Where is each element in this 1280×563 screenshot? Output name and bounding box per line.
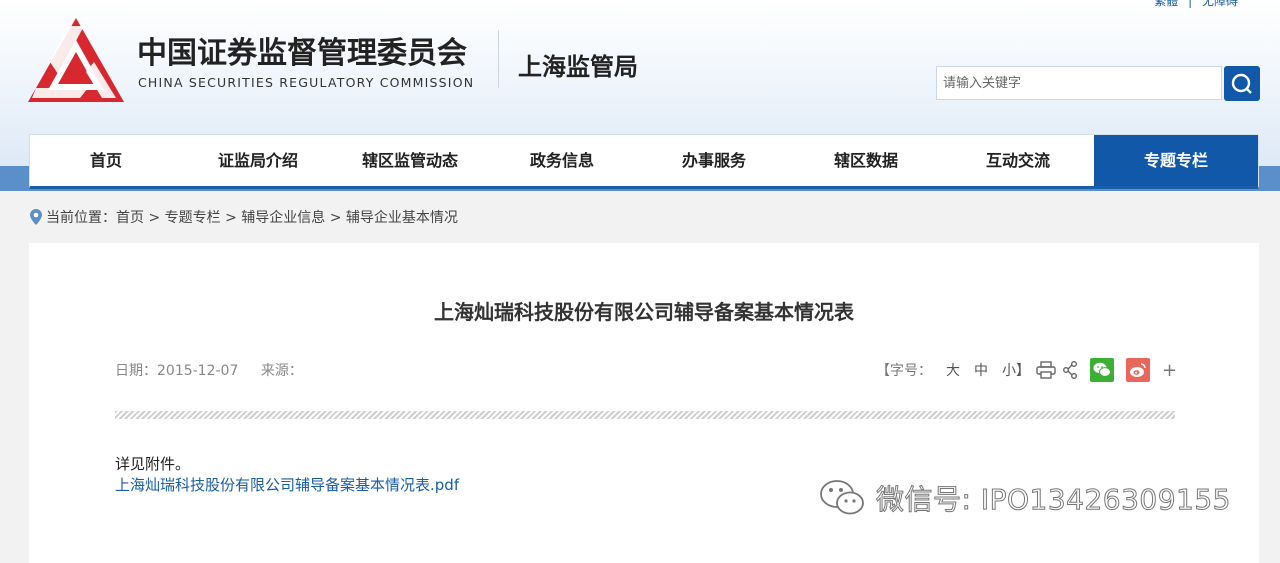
breadcrumb: 当前位置：首页 > 专题专栏 > 辅导企业信息 > 辅导企业基本情况 [30, 207, 458, 227]
nav-regulatory-news[interactable]: 辖区监管动态 [334, 135, 486, 186]
nav-regional-data[interactable]: 辖区数据 [790, 135, 942, 186]
wechat-icon[interactable] [1090, 358, 1114, 382]
search-icon [1231, 73, 1252, 94]
wechat-watermark-icon [820, 480, 864, 515]
article-source: 来源： [260, 363, 303, 379]
article-tools: 【字号： 大 中 小】 + [876, 355, 1177, 385]
top-links-divider: | [1188, 0, 1193, 8]
nav-services[interactable]: 办事服务 [638, 135, 790, 186]
logo-divider [498, 30, 499, 88]
search-input[interactable] [937, 67, 1219, 99]
main-nav: 首页 证监局介绍 辖区监管动态 政务信息 办事服务 辖区数据 互动交流 专题专栏 [29, 134, 1259, 189]
nav-government-info[interactable]: 政务信息 [486, 135, 638, 186]
attachment-link[interactable]: 上海灿瑞科技股份有限公司辅导备案基本情况表.pdf [115, 474, 459, 495]
search-button[interactable] [1224, 66, 1260, 101]
breadcrumb-path[interactable]: 首页 > 专题专栏 > 辅导企业信息 > 辅导企业基本情况 [116, 210, 458, 226]
breadcrumb-prefix: 当前位置： [46, 210, 116, 226]
article-date: 日期：2015-12-07 [115, 363, 239, 379]
share-icon[interactable] [1062, 361, 1078, 379]
search-box [936, 66, 1222, 100]
watermark-text: 微信号: IPO13426309155 [876, 483, 1231, 517]
nav-home[interactable]: 首页 [30, 135, 182, 186]
bureau-name: 上海监管局 [518, 53, 638, 81]
logo-chinese-name: 中国证券监督管理委员会 [137, 36, 467, 71]
font-size-small-button[interactable]: 小】 [1002, 360, 1030, 380]
font-size-label: 【字号： [876, 363, 932, 379]
article-title: 上海灿瑞科技股份有限公司辅导备案基本情况表 [434, 300, 854, 324]
top-links: 繁體 | 无障碍 [1148, 0, 1238, 9]
more-share-button[interactable]: + [1162, 360, 1177, 381]
nav-bureau-intro[interactable]: 证监局介绍 [182, 135, 334, 186]
print-icon[interactable] [1036, 361, 1056, 379]
wechat-watermark: 微信号: IPO13426309155 [818, 478, 1231, 518]
logo-english-name: CHINA SECURITIES REGULATORY COMMISSION [138, 75, 475, 90]
article-body: 详见附件。 [115, 455, 191, 473]
article-divider [115, 411, 1175, 419]
article-meta: 日期：2015-12-07 来源： [115, 360, 303, 380]
accessibility-link[interactable]: 无障碍 [1202, 0, 1238, 8]
weibo-icon[interactable] [1126, 358, 1150, 382]
csrc-logo-icon[interactable] [28, 18, 124, 102]
font-size-large-button[interactable]: 大 [946, 360, 960, 380]
nav-special-topics[interactable]: 专题专栏 [1094, 135, 1258, 186]
traditional-chinese-link[interactable]: 繁體 [1154, 0, 1178, 8]
location-pin-icon [30, 209, 42, 225]
font-size-medium-button[interactable]: 中 [974, 360, 988, 380]
nav-interaction[interactable]: 互动交流 [942, 135, 1094, 186]
